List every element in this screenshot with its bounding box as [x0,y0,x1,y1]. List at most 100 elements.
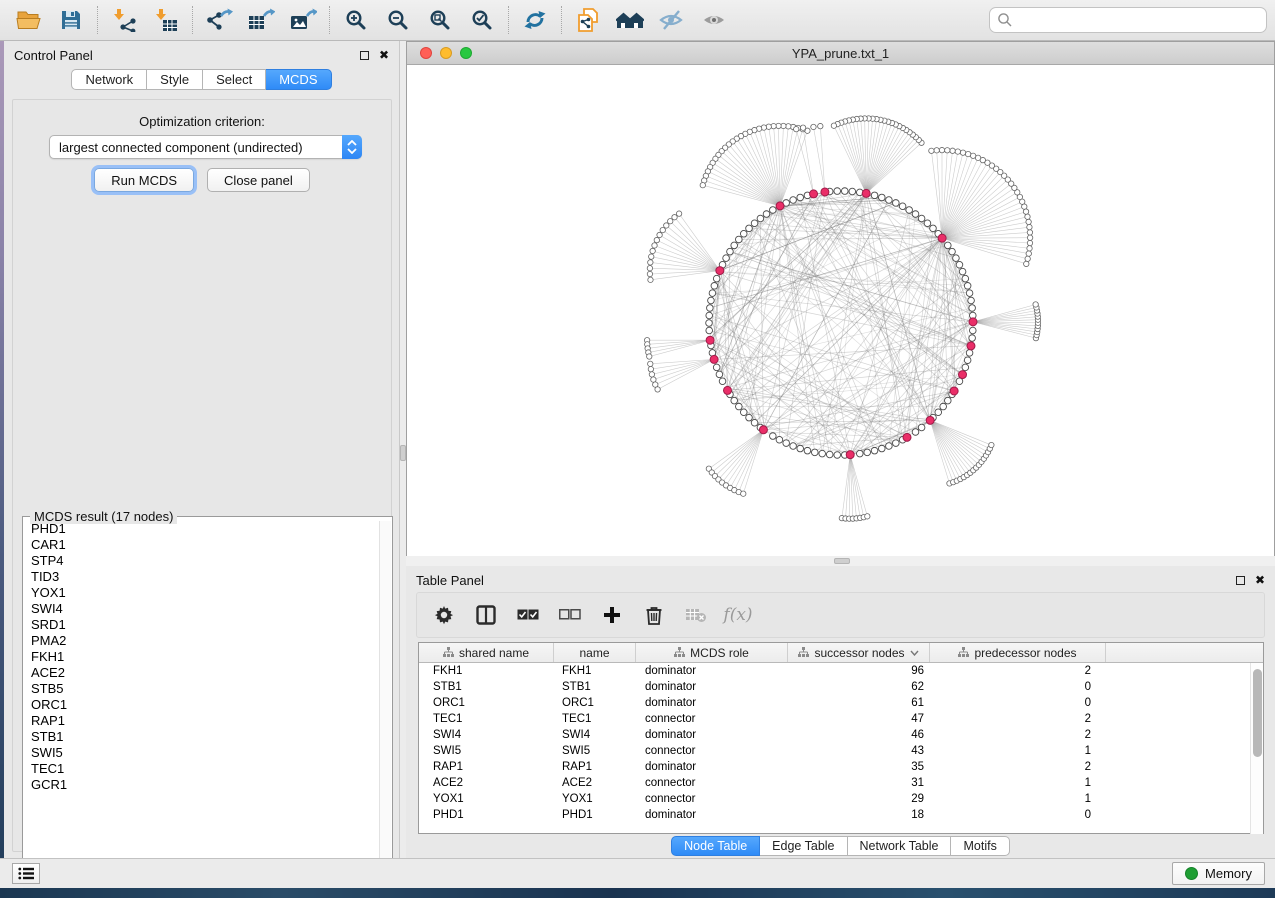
export-image-icon[interactable] [282,3,324,37]
tab-network[interactable]: Network [71,69,147,90]
leaf-node[interactable] [647,354,652,359]
ring-node[interactable] [736,403,743,410]
leaf-node[interactable] [1025,256,1030,261]
ring-node[interactable] [819,450,826,457]
duplicate-network-icon[interactable] [567,3,609,37]
ring-node[interactable] [731,397,738,404]
tab-mcds[interactable]: MCDS [266,69,331,90]
ring-node[interactable] [944,242,951,249]
column-header-MCDS-role[interactable]: MCDS role [636,643,788,662]
ring-node[interactable] [856,450,863,457]
leaf-node[interactable] [934,148,939,153]
ring-node[interactable] [841,188,848,195]
mcds-result-item[interactable]: CAR1 [24,537,379,553]
ring-node[interactable] [969,335,976,342]
ring-node[interactable] [716,371,723,378]
search-input[interactable] [989,7,1267,33]
leaf-node[interactable] [960,150,965,155]
ring-node[interactable] [706,320,713,327]
leaf-node[interactable] [970,153,975,158]
ring-node[interactable] [713,275,720,282]
leaf-node[interactable] [939,147,944,152]
close-panel-icon[interactable]: ✖ [1255,574,1265,586]
ring-node[interactable] [956,261,963,268]
ring-node[interactable] [893,200,900,207]
dominator-node[interactable] [776,202,784,210]
ring-node[interactable] [871,192,878,199]
dominator-node[interactable] [969,318,977,326]
leaf-node[interactable] [945,148,950,153]
ring-node[interactable] [966,350,973,357]
table-row[interactable]: SWI5SWI5connector431 [419,743,1263,759]
ring-node[interactable] [706,327,713,334]
leaf-node[interactable] [648,260,653,265]
import-table-icon[interactable] [145,3,187,37]
mcds-result-item[interactable]: GCR1 [24,777,379,793]
table-row[interactable]: RAP1RAP1dominator352 [419,759,1263,775]
ring-node[interactable] [962,364,969,371]
table-row[interactable]: ACE2ACE2connector311 [419,775,1263,791]
ring-node[interactable] [709,290,716,297]
show-all-icon[interactable] [693,3,735,37]
ring-node[interactable] [713,364,720,371]
leaf-node[interactable] [660,227,665,232]
mcds-result-item[interactable]: TEC1 [24,761,379,777]
export-network-icon[interactable] [198,3,240,37]
dominator-node[interactable] [926,416,934,424]
memory-button[interactable]: Memory [1172,862,1265,885]
ring-node[interactable] [736,236,743,243]
leaf-node[interactable] [1027,240,1032,245]
leaf-node[interactable] [1024,261,1029,266]
ring-node[interactable] [944,397,951,404]
column-header-predecessor-nodes[interactable]: predecessor nodes [930,643,1106,662]
table-row[interactable]: FKH1FKH1dominator962 [419,663,1263,679]
leaf-node[interactable] [652,243,657,248]
leaf-node[interactable] [794,126,799,131]
ring-node[interactable] [959,268,966,275]
table-row[interactable]: STB1STB1dominator620 [419,679,1263,695]
create-column-icon[interactable] [599,600,625,630]
tab-motifs[interactable]: Motifs [951,836,1009,856]
mcds-result-item[interactable]: PMA2 [24,633,379,649]
select-all-columns-icon[interactable] [515,600,541,630]
leaf-node[interactable] [800,125,805,130]
ring-node[interactable] [834,452,841,459]
leaf-node[interactable] [649,372,654,377]
float-panel-icon[interactable] [1236,576,1245,585]
show-task-history-button[interactable] [12,863,40,884]
dominator-node[interactable] [810,190,818,198]
ring-node[interactable] [723,255,730,262]
leaf-node[interactable] [965,151,970,156]
leaf-node[interactable] [1027,235,1032,240]
leaf-node[interactable] [668,218,673,223]
ring-node[interactable] [790,443,797,450]
leaf-node[interactable] [831,123,836,128]
ring-node[interactable] [953,255,960,262]
ring-node[interactable] [886,443,893,450]
ring-node[interactable] [706,312,713,319]
mcds-result-item[interactable]: STP4 [24,553,379,569]
dominator-node[interactable] [967,342,975,350]
ring-node[interactable] [746,225,753,232]
ring-node[interactable] [871,447,878,454]
dominator-node[interactable] [706,336,714,344]
dominator-node[interactable] [846,451,854,459]
ring-node[interactable] [708,297,715,304]
ring-node[interactable] [834,188,841,195]
leaf-node[interactable] [1023,209,1028,214]
run-mcds-button[interactable]: Run MCDS [94,168,194,192]
ring-node[interactable] [893,440,900,447]
leaf-node[interactable] [648,366,653,371]
table-row[interactable]: SWI4SWI4dominator462 [419,727,1263,743]
ring-node[interactable] [924,220,931,227]
ring-node[interactable] [719,378,726,385]
leaf-node[interactable] [651,377,656,382]
leaf-node[interactable] [657,232,662,237]
deselect-all-columns-icon[interactable] [557,600,583,630]
ring-node[interactable] [731,242,738,249]
ring-node[interactable] [783,440,790,447]
leaf-node[interactable] [741,491,746,496]
mcds-result-item[interactable]: ORC1 [24,697,379,713]
leaf-node[interactable] [818,123,823,128]
tab-select[interactable]: Select [203,69,266,90]
